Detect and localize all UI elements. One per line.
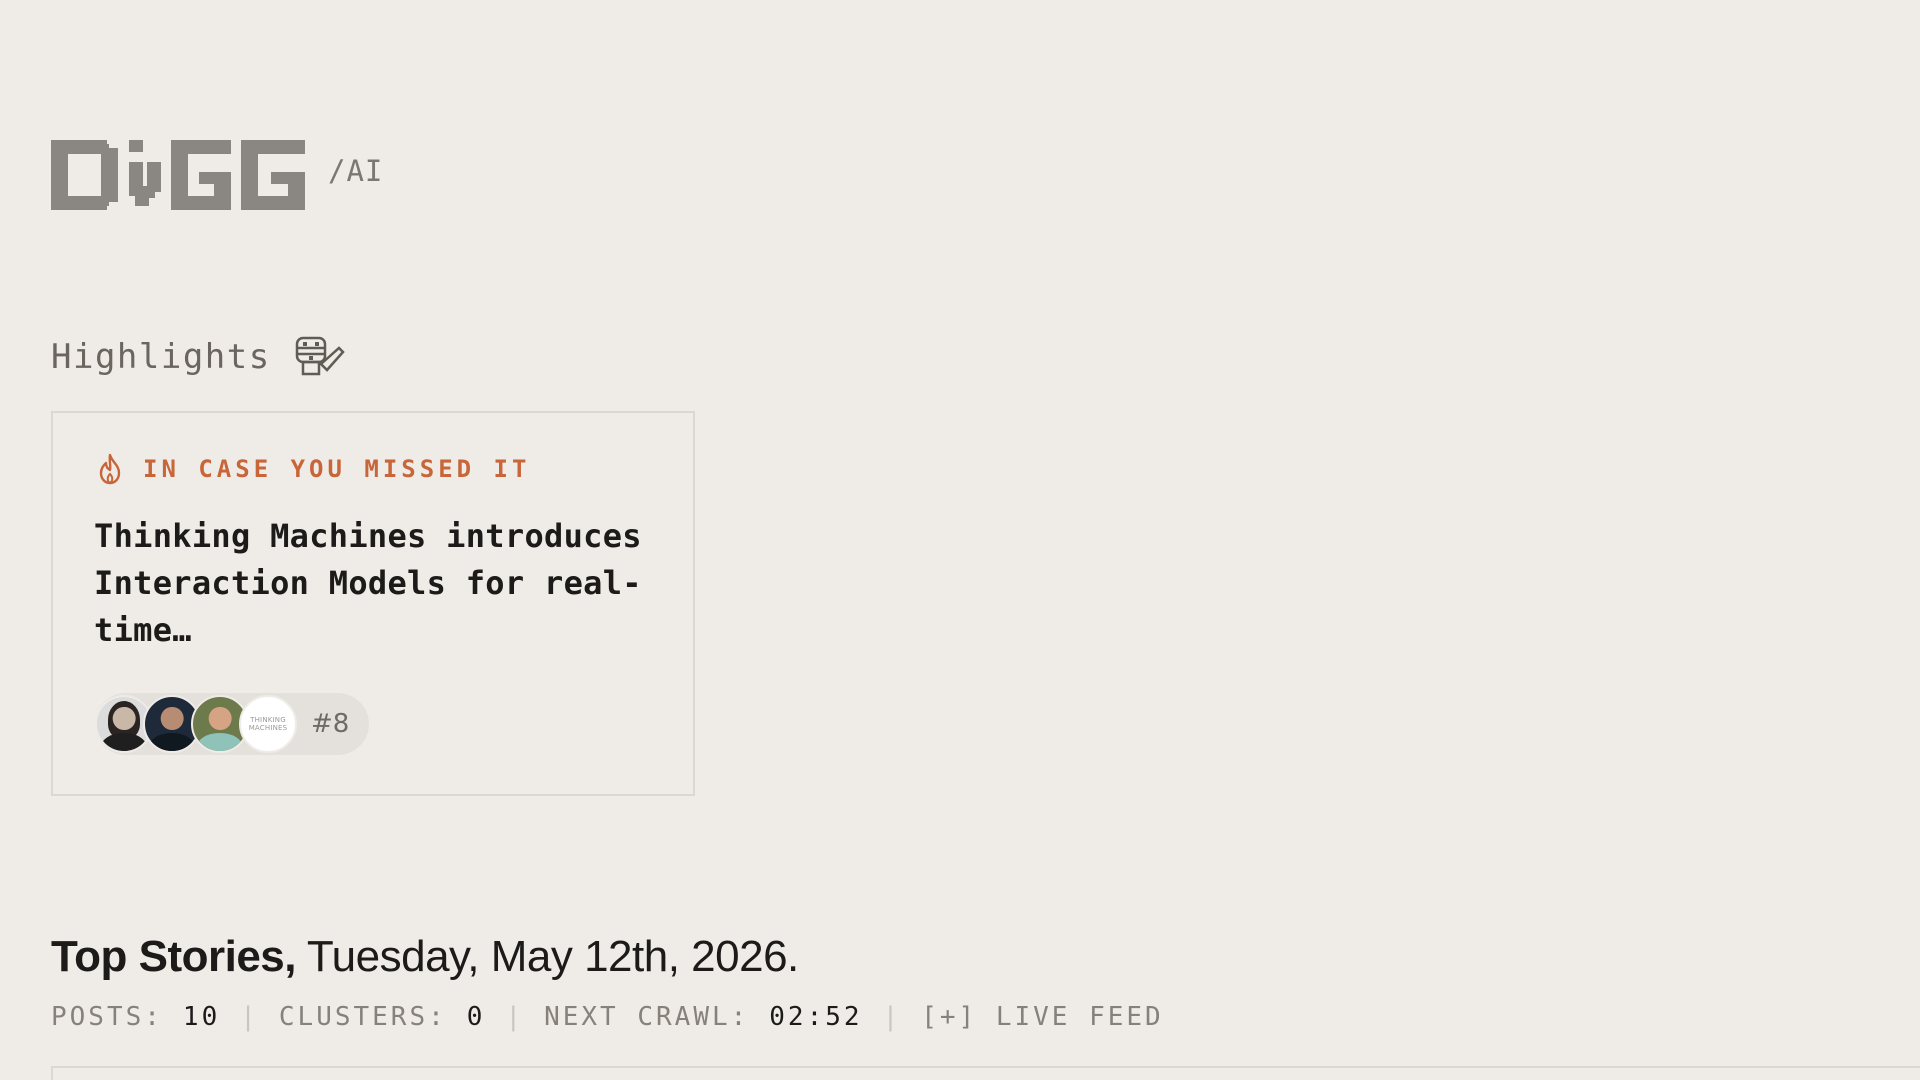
highlights-title: Highlights [51,337,271,377]
feed-container [51,1066,1920,1080]
rank-badge: #8 [311,709,350,739]
separator: | [882,1002,902,1032]
card-title[interactable]: Thinking Machines introduces Interaction… [94,513,654,654]
top-stories-heading: Top Stories, Tuesday, May 12th, 2026. [51,932,799,982]
next-crawl-value: 02:52 [769,1002,863,1032]
page: /AI Highlights IN CASE YOU MISSED IT Thi… [0,0,1920,1080]
separator: | [505,1002,525,1032]
posts-label: POSTS: [51,1002,163,1032]
posts-value: 10 [182,1002,221,1032]
flame-icon [99,453,121,485]
logo-suffix: /AI [328,154,384,188]
top-stories-label: Top Stories, [51,932,296,981]
clusters-value: 0 [466,1002,486,1032]
avatar-group[interactable]: THINKING MACHINES #8 [95,693,369,755]
digg-logo-icon [51,140,305,210]
separator: | [240,1002,259,1032]
thinking-machines-logo-avatar: THINKING MACHINES [239,695,297,753]
card-tag-label: IN CASE YOU MISSED IT [143,455,531,483]
pixel-mascot-icon [295,336,345,376]
highlights-heading: Highlights [51,334,345,380]
live-feed-toggle[interactable]: [+] LIVE FEED [921,1002,1164,1032]
card-tag: IN CASE YOU MISSED IT [97,453,530,485]
top-stories-date: Tuesday, May 12th, 2026. [306,932,799,981]
highlight-card[interactable]: IN CASE YOU MISSED IT Thinking Machines … [51,411,695,796]
clusters-label: CLUSTERS: [278,1002,447,1032]
site-logo[interactable]: /AI [51,140,383,210]
stats-bar: POSTS: 10 | CLUSTERS: 0 | NEXT CRAWL: 02… [51,1002,1164,1032]
next-crawl-label: NEXT CRAWL: [544,1002,750,1032]
avatar-logo-text: THINKING MACHINES [248,716,288,732]
